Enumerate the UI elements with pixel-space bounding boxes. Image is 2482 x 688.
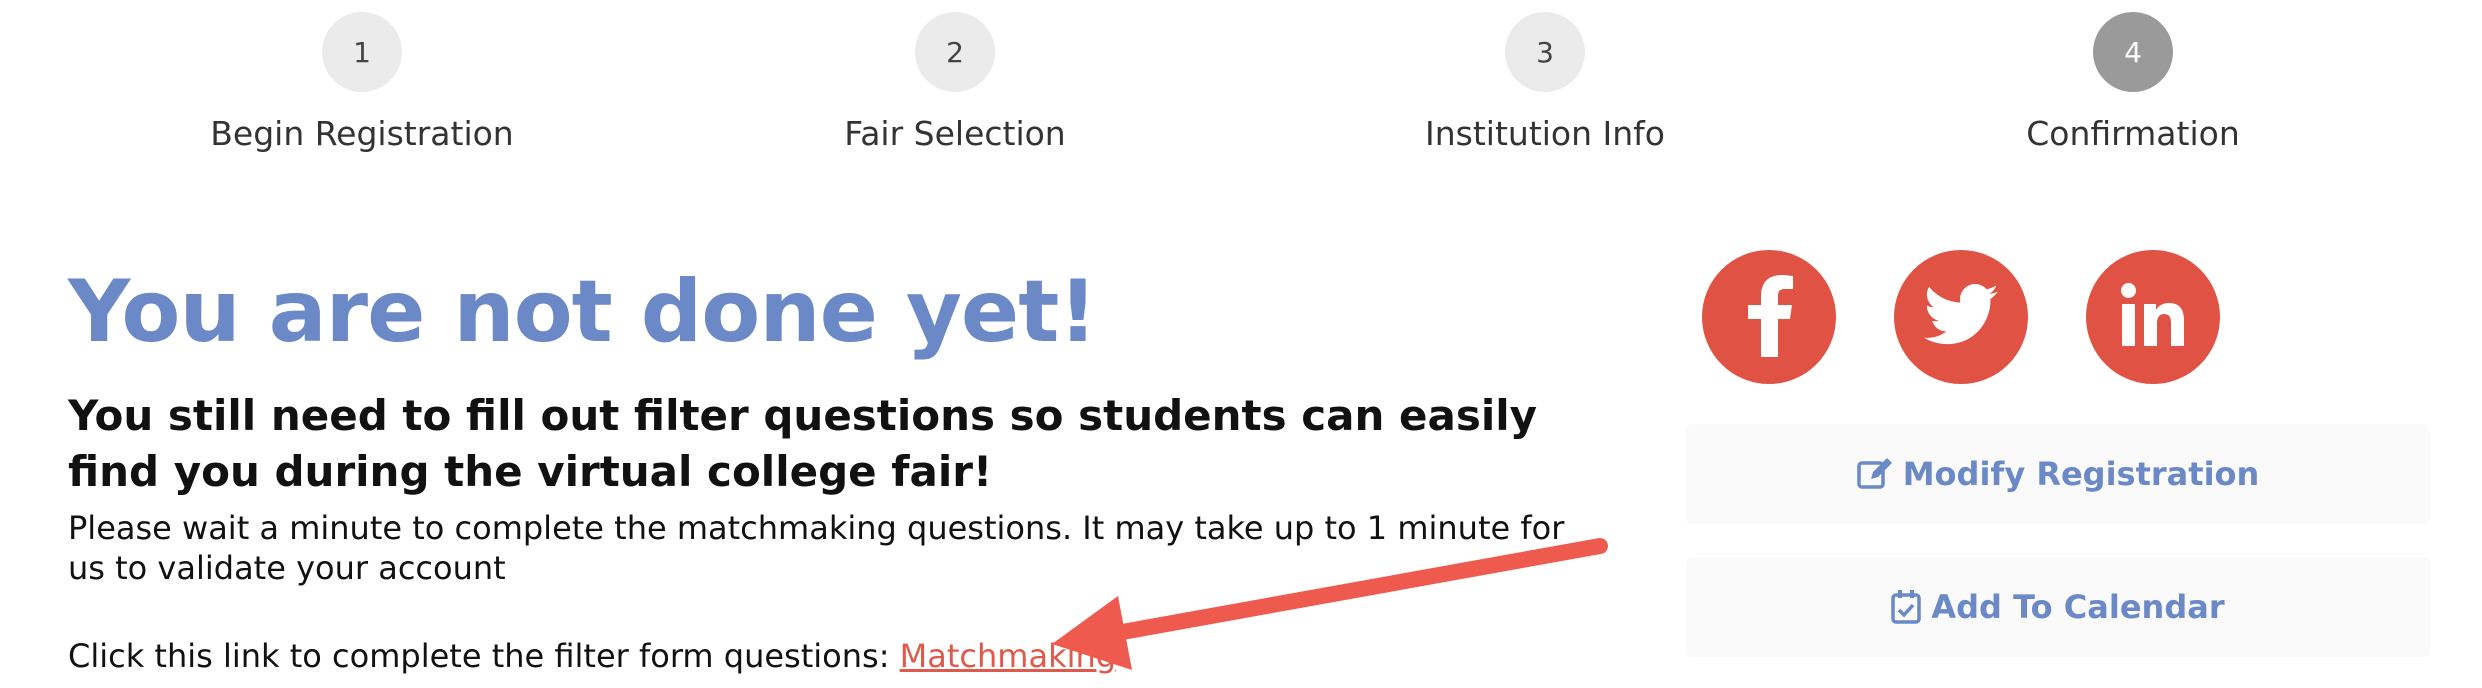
step-label: Institution Info [1425,114,1665,153]
annotation-arrow [1052,538,1608,670]
step-number-active: 4 [2093,12,2173,92]
step-label: Begin Registration [210,114,514,153]
modify-registration-button[interactable]: Modify Registration [1686,424,2430,524]
step-begin-registration: 1 Begin Registration [182,12,542,153]
step-number: 3 [1505,12,1585,92]
twitter-button[interactable] [1894,250,2028,384]
registration-confirmation-page: 1 Begin Registration 2 Fair Selection 3 … [0,0,2482,688]
edit-icon [1856,457,1893,491]
step-label: Confirmation [2026,114,2240,153]
calendar-check-icon [1891,590,1922,624]
subheading: You still need to fill out filter questi… [68,391,1538,496]
step-number: 2 [915,12,995,92]
twitter-icon [1923,284,1999,350]
step-label: Fair Selection [844,114,1066,153]
social-share-group [1702,250,2220,384]
linkedin-button[interactable] [2086,250,2220,384]
step-confirmation: 4 Confirmation [1953,12,2313,153]
step-institution-info: 3 Institution Info [1365,12,1725,153]
step-fair-selection: 2 Fair Selection [775,12,1135,153]
page-title: You are not done yet! [68,262,1098,362]
link-prefix: Click this link to complete the filter f… [68,637,900,675]
add-to-calendar-button[interactable]: Add To Calendar [1686,557,2430,657]
facebook-icon [1742,273,1796,361]
facebook-button[interactable] [1702,250,1836,384]
registration-stepper: 1 Begin Registration 2 Fair Selection 3 … [0,0,2482,170]
modify-registration-label: Modify Registration [1902,455,2260,493]
step-number: 1 [322,12,402,92]
linkedin-icon [2120,282,2186,352]
add-to-calendar-label: Add To Calendar [1931,588,2225,626]
